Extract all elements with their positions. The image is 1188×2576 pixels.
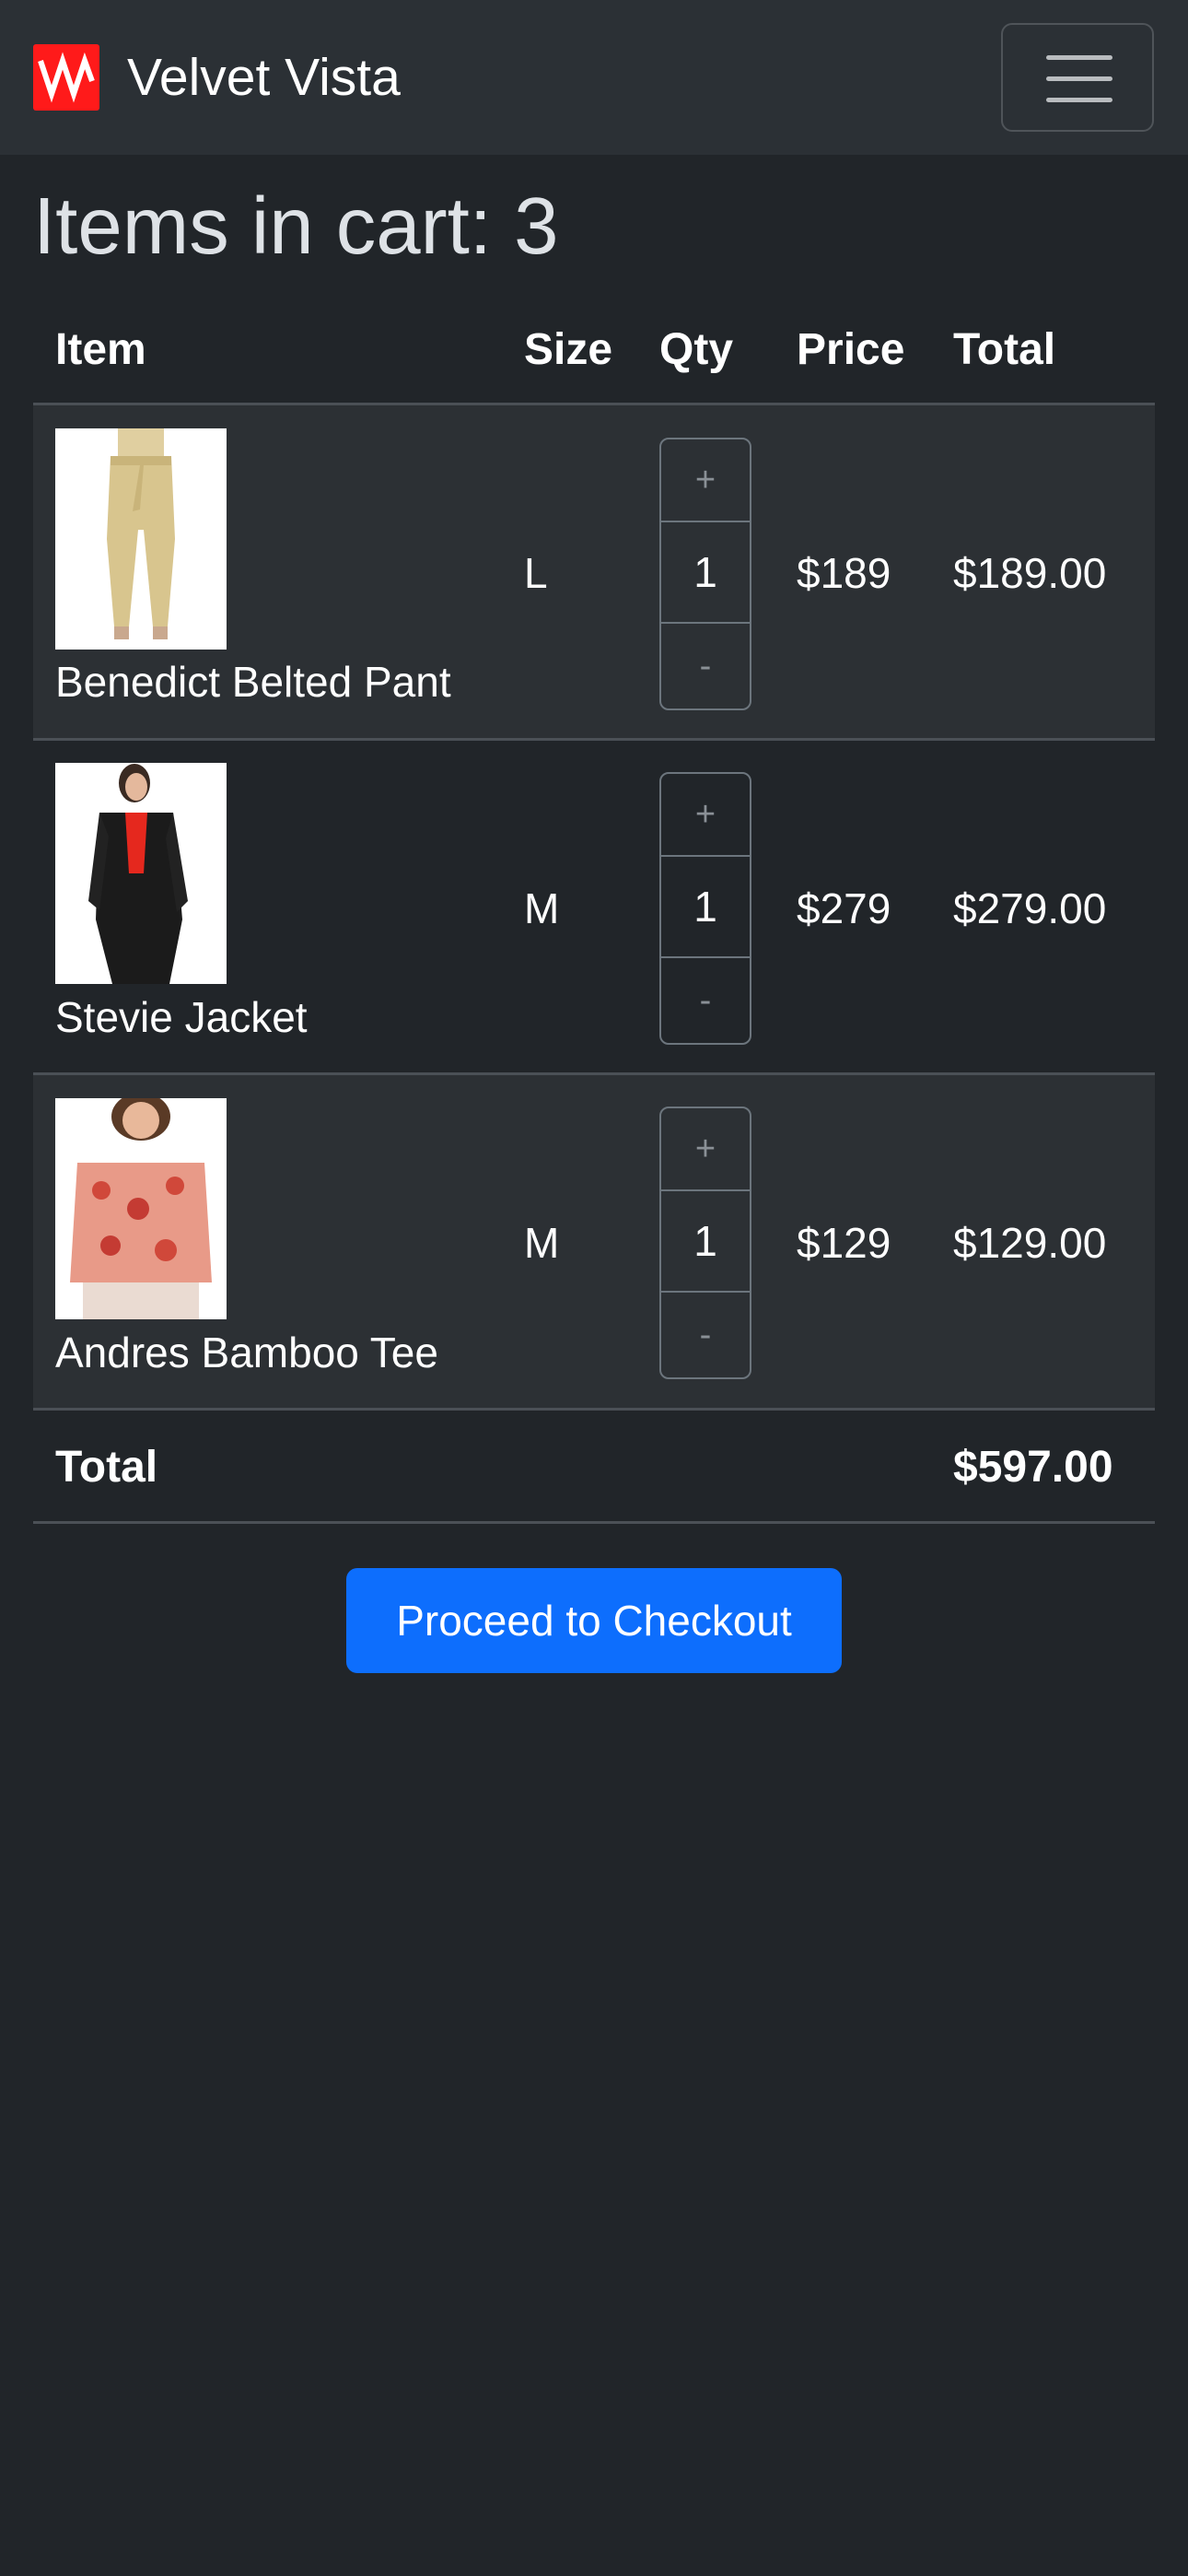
product-name[interactable]: Andres Bamboo Tee (55, 1327, 438, 1378)
brand-name[interactable]: Velvet Vista (127, 46, 401, 109)
product-price: $279 (797, 884, 891, 932)
proceed-to-checkout-button[interactable]: Proceed to Checkout (346, 1568, 842, 1673)
quantity-stepper: + 1 - (659, 772, 751, 1045)
column-header-price: Price (797, 325, 905, 374)
quantity-input[interactable]: 1 (661, 521, 750, 624)
product-image[interactable] (55, 1098, 227, 1319)
product-price: $129 (797, 1219, 891, 1267)
product-size: M (524, 884, 560, 932)
vv-logo-icon[interactable] (33, 44, 99, 111)
column-header-qty: Qty (659, 325, 734, 374)
decrement-button[interactable]: - (661, 960, 750, 1041)
product-line-total: $279.00 (953, 884, 1107, 932)
decrement-button[interactable]: - (661, 1294, 750, 1376)
quantity-input[interactable]: 1 (661, 855, 750, 958)
quantity-stepper: + 1 - (659, 438, 751, 710)
cart-total-label: Total (55, 1443, 158, 1492)
decrement-button[interactable]: - (661, 626, 750, 707)
column-header-item: Item (55, 325, 146, 374)
quantity-input[interactable]: 1 (661, 1189, 750, 1293)
column-header-total: Total (953, 325, 1056, 374)
increment-button[interactable]: + (661, 1108, 750, 1189)
product-size: M (524, 1219, 560, 1267)
hamburger-menu-icon (1046, 55, 1112, 60)
quantity-stepper: + 1 - (659, 1107, 751, 1379)
column-header-size: Size (524, 325, 613, 374)
divider (33, 1521, 1155, 1524)
page-title: Items in cart: 3 (33, 181, 559, 271)
product-name[interactable]: Stevie Jacket (55, 991, 308, 1043)
product-image[interactable] (55, 428, 227, 650)
product-line-total: $129.00 (953, 1219, 1107, 1267)
increment-button[interactable]: + (661, 774, 750, 855)
divider (33, 1408, 1155, 1411)
product-image[interactable] (55, 763, 227, 984)
product-size: L (524, 549, 548, 597)
hamburger-menu-button[interactable] (1001, 23, 1154, 132)
cart-total-value: $597.00 (953, 1443, 1113, 1492)
product-name[interactable]: Benedict Belted Pant (55, 656, 451, 708)
product-line-total: $189.00 (953, 549, 1107, 597)
increment-button[interactable]: + (661, 439, 750, 521)
navbar: Velvet Vista (0, 0, 1188, 155)
product-price: $189 (797, 549, 891, 597)
